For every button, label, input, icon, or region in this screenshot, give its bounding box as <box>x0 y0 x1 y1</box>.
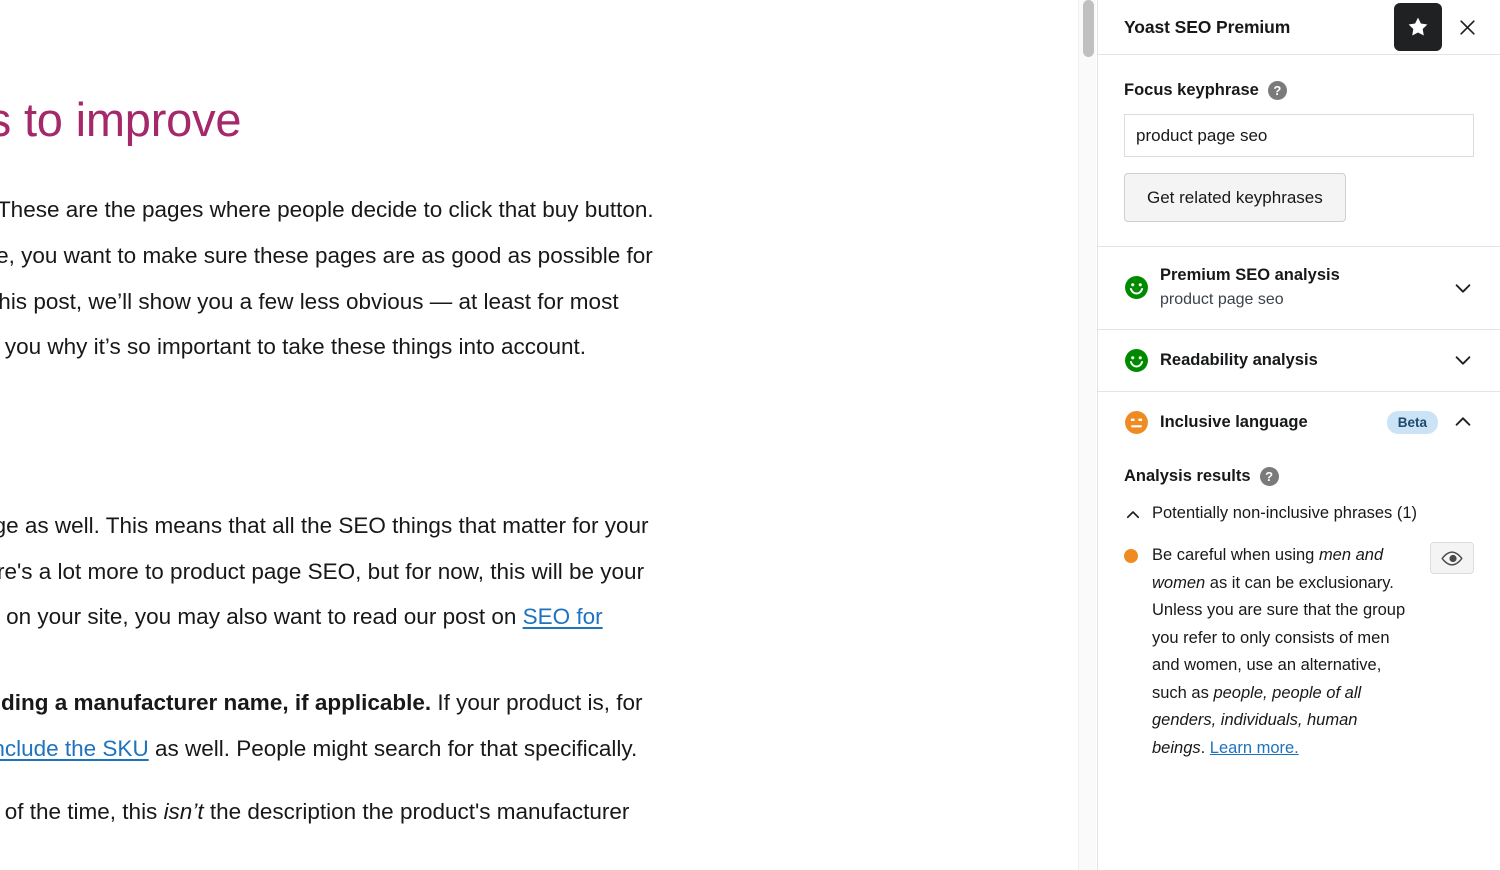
sidebar-header: Yoast SEO Premium <box>1098 0 1500 55</box>
learn-more-link[interactable]: Learn more. <box>1210 739 1299 757</box>
post-list-item-line[interactable]: roduct name -- including a manufacturer … <box>0 680 986 726</box>
status-bullet-icon <box>1124 549 1138 563</box>
post-list-item-line[interactable]: of the product. Most of the time, this i… <box>0 789 986 835</box>
paragraph-text: If your product is, for <box>431 690 642 715</box>
non-inclusive-phrases-group-label: Potentially non-inclusive phrases (1) <box>1152 502 1417 524</box>
smiley-happy-icon <box>1124 275 1149 300</box>
yoast-seo-sidebar: Yoast SEO Premium Focus keyphrase ? Get … <box>1097 0 1500 870</box>
help-icon[interactable]: ? <box>1260 467 1279 486</box>
post-heading-1[interactable]: O: 5 things to improve <box>0 92 986 147</box>
post-list-item-line[interactable]: chine (screw, tube), include the SKU as … <box>0 726 986 772</box>
non-inclusive-phrases-group-toggle[interactable]: Potentially non-inclusive phrases (1) <box>1124 502 1474 524</box>
editor-scrollbar-track[interactable] <box>1078 0 1096 870</box>
close-icon[interactable] <box>1454 14 1480 40</box>
sidebar-title: Yoast SEO Premium <box>1124 17 1290 38</box>
analysis-title: Readability analysis <box>1160 351 1318 369</box>
focus-keyphrase-input[interactable] <box>1124 114 1474 157</box>
post-heading-2[interactable]: ct page SEO <box>0 425 986 469</box>
chevron-down-icon[interactable] <box>1452 349 1474 371</box>
post-paragraph-line[interactable]: n online store is a page as well. This m… <box>0 503 986 549</box>
include-the-sku-link[interactable]: include the SKU <box>0 736 149 761</box>
paragraph-text: as well. People might search for that sp… <box>149 736 638 761</box>
post-paragraph-line[interactable]: ct pages as well. There's a lot more to … <box>0 549 986 595</box>
analysis-subtitle: product page seo <box>1160 288 1452 311</box>
focus-keyphrase-label-row: Focus keyphrase ? <box>1124 81 1474 100</box>
smiley-happy-icon <box>1124 348 1149 373</box>
paragraph-text: t-so-exciting products on your site, you… <box>0 604 523 629</box>
analysis-result-text: Be careful when using men and women as i… <box>1152 542 1412 762</box>
analysis-title: Premium SEO analysis <box>1160 266 1340 284</box>
paragraph-text: the description the product's manufactur… <box>204 799 630 824</box>
analysis-results-panel: Analysis results ? Potentially non-inclu… <box>1098 453 1500 772</box>
editor-scrollbar-thumb[interactable] <box>1083 0 1094 57</box>
sidebar-item-premium-seo-analysis[interactable]: Premium SEO analysis product page seo <box>1098 247 1500 330</box>
analysis-result-item: Be careful when using men and women as i… <box>1124 542 1474 762</box>
analysis-text-block: Readability analysis <box>1160 350 1452 371</box>
get-related-keyphrases-button[interactable]: Get related keyphrases <box>1124 173 1346 222</box>
result-text-part: . <box>1201 739 1210 757</box>
sidebar-item-inclusive-language[interactable]: Inclusive language Beta <box>1098 392 1500 453</box>
beta-badge: Beta <box>1387 411 1438 434</box>
analysis-results-title: Analysis results <box>1124 467 1251 486</box>
analysis-text-block: Inclusive language <box>1160 412 1387 433</box>
analysis-title: Inclusive language <box>1160 413 1308 431</box>
star-icon[interactable] <box>1394 3 1442 51</box>
screen: O: 5 things to improve ortant for your s… <box>0 0 1500 870</box>
product-name-bold-lead: roduct name -- including a manufacturer … <box>0 690 431 715</box>
focus-keyphrase-section: Focus keyphrase ? Get related keyphrases <box>1098 55 1500 247</box>
help-icon[interactable]: ? <box>1268 81 1287 100</box>
result-text-part: as it can be exclusionary. Unless you ar… <box>1152 574 1405 702</box>
chevron-up-icon[interactable] <box>1124 506 1142 524</box>
result-text-part: Be careful when using <box>1152 546 1319 564</box>
post-paragraph-line[interactable]: es for user experience, you want to make… <box>0 233 986 279</box>
post-editor-canvas[interactable]: O: 5 things to improve ortant for your s… <box>0 0 1080 870</box>
paragraph-text: Most of the time, this <box>0 799 164 824</box>
seo-for-link[interactable]: SEO for <box>523 604 603 629</box>
sidebar-item-readability-analysis[interactable]: Readability analysis <box>1098 330 1500 392</box>
analysis-results-header: Analysis results ? <box>1124 467 1474 486</box>
analysis-text-block: Premium SEO analysis product page seo <box>1160 265 1452 311</box>
post-content[interactable]: O: 5 things to improve ortant for your s… <box>0 0 986 835</box>
smiley-neutral-icon <box>1124 410 1149 435</box>
post-paragraph-line[interactable]: ct page SEO, and tell you why it’s so im… <box>0 324 986 370</box>
focus-keyphrase-label: Focus keyphrase <box>1124 81 1259 100</box>
post-paragraph-line[interactable]: t-so-exciting products on your site, you… <box>0 594 986 640</box>
eye-icon[interactable] <box>1430 542 1474 574</box>
post-paragraph-line[interactable]: ortant for your sales. These are the pag… <box>0 187 986 233</box>
chevron-down-icon[interactable] <box>1452 277 1474 299</box>
paragraph-emphasis: isn’t <box>164 799 204 824</box>
post-paragraph-line[interactable]: vious. That's why, in this post, we’ll s… <box>0 279 986 325</box>
chevron-up-icon[interactable] <box>1452 411 1474 433</box>
